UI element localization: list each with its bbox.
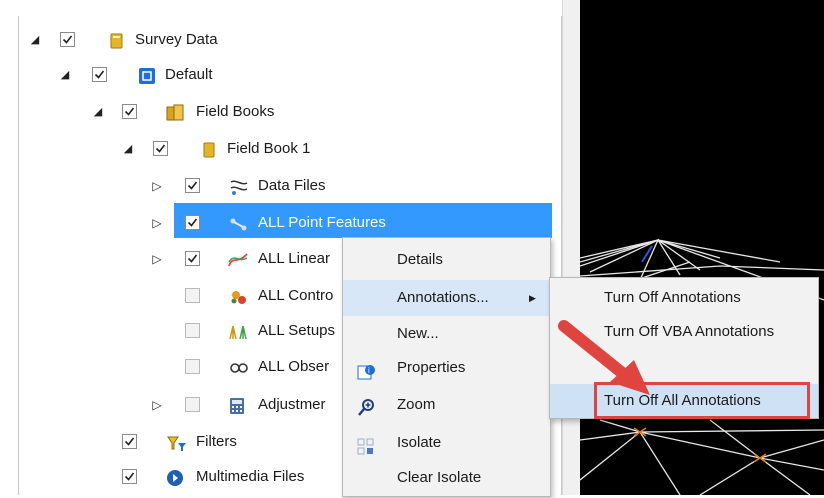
tree-node-label: ALL Point Features [258, 214, 386, 231]
checkbox-unchecked[interactable] [185, 323, 200, 338]
menu-item-properties[interactable]: i Properties [343, 350, 550, 386]
svg-text:i: i [368, 366, 370, 375]
menu-item-label: New... [397, 325, 439, 342]
linear-features-icon [227, 250, 248, 268]
menu-item-label: Annotations... [397, 289, 489, 306]
expander-closed-icon[interactable]: ▷ [150, 208, 164, 238]
checkbox-unchecked[interactable] [185, 288, 200, 303]
filter-icon [166, 433, 186, 451]
tree-node-field-book-1[interactable]: ◢ Field Book 1 [0, 134, 560, 164]
expander-closed-icon[interactable]: ▷ [150, 390, 164, 420]
isolate-icon [357, 434, 375, 455]
tree-node-all-observations[interactable]: ALL Obser [0, 352, 345, 382]
expander-open-icon[interactable]: ◢ [91, 97, 105, 127]
tree-node-survey-data[interactable]: ◢ Survey Data [0, 25, 560, 55]
context-menu: Details Annotations... ▶ New... i Proper… [342, 237, 551, 497]
menu-item-label: Properties [397, 359, 466, 376]
checkbox-checked[interactable] [122, 104, 137, 119]
linework-drawing [580, 238, 824, 495]
menu-item-clear-isolate[interactable]: Clear Isolate [343, 460, 550, 496]
point-features-icon [228, 214, 247, 232]
graphics-viewport[interactable] [580, 0, 824, 495]
menu-item-label: Details [397, 251, 443, 268]
expander-closed-icon[interactable]: ▷ [150, 244, 164, 274]
tree-node-label: ALL Linear [258, 250, 330, 267]
tree-node-label: Field Book 1 [227, 140, 311, 157]
control-icon [228, 287, 246, 305]
tree-node-label: Default [165, 66, 213, 83]
menu-item-label: Clear Isolate [397, 469, 482, 486]
menu-item-label: Isolate [397, 434, 442, 451]
data-files-icon [228, 177, 248, 195]
menu-item-details[interactable]: Details [343, 242, 550, 278]
books-icon [166, 103, 184, 121]
tree-node-all-control[interactable]: ALL Contro [0, 281, 345, 311]
menu-item-label: Zoom [397, 396, 436, 413]
tree-node-field-books[interactable]: ◢ Field Books [0, 97, 560, 127]
expander-open-icon[interactable]: ◢ [121, 134, 135, 164]
menu-item-isolate[interactable]: Isolate [343, 425, 550, 461]
splitter[interactable] [562, 0, 581, 495]
tree-node-all-linear[interactable]: ▷ ALL Linear [0, 244, 345, 274]
expander-open-icon[interactable]: ◢ [58, 60, 72, 90]
menu-item-new[interactable]: New... [343, 316, 550, 352]
tree-node-label: ALL Obser [258, 358, 330, 375]
checkbox-checked[interactable] [92, 67, 107, 82]
tree-node-label: Field Books [196, 103, 275, 120]
tree-node-label: Filters [196, 433, 237, 450]
tree-node-label: ALL Contro [258, 287, 334, 304]
tree-node-label: Data Files [258, 177, 326, 194]
calculator-icon [228, 396, 246, 414]
tree-node-multimedia-files[interactable]: Multimedia Files [0, 462, 345, 492]
submenu-arrow-icon: ▶ [529, 293, 536, 303]
checkbox-unchecked[interactable] [185, 359, 200, 374]
properties-icon: i [357, 359, 375, 380]
checkbox-checked[interactable] [122, 469, 137, 484]
tree-node-label: Survey Data [135, 31, 218, 48]
project-icon [138, 66, 156, 84]
menu-item-annotations[interactable]: Annotations... ▶ [343, 280, 550, 316]
observations-icon [228, 358, 248, 376]
callout-arrow-icon [558, 320, 650, 395]
setups-icon [228, 322, 247, 340]
tree-node-label: ALL Setups [258, 322, 335, 339]
checkbox-checked[interactable] [60, 32, 75, 47]
checkbox-checked[interactable] [185, 251, 200, 266]
checkbox-checked[interactable] [185, 178, 200, 193]
zoom-icon [357, 396, 375, 416]
checkbox-checked[interactable] [122, 434, 137, 449]
folder-icon [108, 31, 126, 49]
tree-node-filters[interactable]: Filters [0, 427, 345, 457]
checkbox-checked[interactable] [153, 141, 168, 156]
tree-node-all-setups[interactable]: ALL Setups [0, 316, 345, 346]
tree-node-label: Adjustmer [258, 396, 326, 413]
book-icon [200, 140, 218, 158]
expander-open-icon[interactable]: ◢ [28, 25, 42, 55]
checkbox-unchecked[interactable] [185, 397, 200, 412]
tree-node-adjustment[interactable]: ▷ Adjustmer [0, 390, 345, 420]
menu-item-zoom[interactable]: Zoom [343, 387, 550, 423]
tree-node-data-files[interactable]: ▷ Data Files [0, 171, 560, 201]
tree-node-all-point-features[interactable]: ▷ ALL Point Features [0, 208, 560, 238]
expander-closed-icon[interactable]: ▷ [150, 171, 164, 201]
checkbox-checked[interactable] [185, 215, 200, 230]
multimedia-icon [166, 468, 184, 486]
tree-node-default[interactable]: ◢ Default [0, 60, 560, 90]
tree-node-label: Multimedia Files [196, 468, 305, 485]
